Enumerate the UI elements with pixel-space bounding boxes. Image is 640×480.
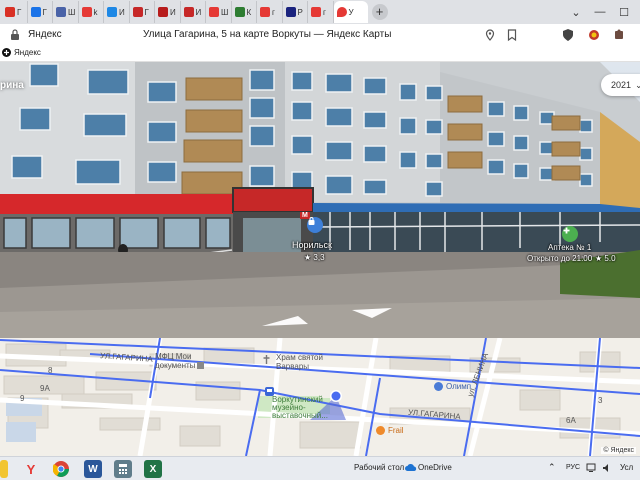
location-icon[interactable] <box>483 28 497 42</box>
tab-search-chevron-icon[interactable]: ⌄ <box>566 0 586 24</box>
food-icon[interactable] <box>376 426 385 435</box>
extension-puzzle-icon[interactable] <box>612 28 626 42</box>
map-pin-favicon-icon <box>336 7 347 17</box>
browser-tab[interactable]: г <box>257 1 283 23</box>
browser-tab[interactable]: Г <box>130 1 155 23</box>
panorama-scene <box>0 62 640 338</box>
tab-favicon-icon <box>132 7 143 17</box>
onedrive-cloud-icon[interactable] <box>405 463 417 472</box>
tray-overflow-chevron[interactable]: ⌃ <box>548 462 556 473</box>
browser-tab[interactable]: Г <box>28 1 53 23</box>
tab-favicon-icon <box>5 7 15 17</box>
tab-favicon-icon <box>285 7 296 17</box>
bookmark-icon[interactable] <box>505 28 519 42</box>
tab-favicon-icon <box>209 7 219 17</box>
calculator-icon[interactable] <box>114 460 132 478</box>
tab-favicon-icon <box>234 7 245 17</box>
minimize-button[interactable]: — <box>590 0 610 24</box>
frail-label[interactable]: Frail <box>388 426 404 435</box>
browser-tab[interactable]: К <box>232 1 257 23</box>
house-number: 8 <box>48 366 53 375</box>
year-selector[interactable]: 2021 ⌄ <box>601 74 640 96</box>
browser-tab[interactable]: k <box>79 1 104 23</box>
volume-icon[interactable] <box>602 463 612 473</box>
house-number: 6А <box>566 416 576 425</box>
pharmacy-poi-rating: ★ 5.0 <box>595 254 616 263</box>
tab-favicon-icon <box>81 7 92 17</box>
browser-tab[interactable]: Р <box>283 1 308 23</box>
onedrive-label[interactable]: OneDrive <box>418 463 452 472</box>
chrome-logo-icon <box>53 461 69 477</box>
house-number: 3 <box>598 396 603 405</box>
calculator-keys-icon <box>119 464 127 474</box>
browser-tab[interactable]: И <box>104 1 130 23</box>
store-poi-rating: ★ 3,3 <box>304 253 325 262</box>
mfc-label[interactable]: МФЦ Мои документы <box>155 352 195 370</box>
desktop-label[interactable]: Рабочий стол <box>354 463 404 472</box>
olimp-label[interactable]: Олимп <box>446 382 471 391</box>
year-value: 2021 <box>611 80 632 90</box>
office-icon[interactable] <box>196 361 205 370</box>
active-browser-tab[interactable]: У <box>333 1 368 23</box>
pharmacy-poi-hours: Открыто до 21:00 <box>527 254 593 263</box>
street-name-label: рина <box>0 80 24 91</box>
store-poi-pin[interactable] <box>307 217 323 233</box>
browser-tab[interactable]: Г <box>2 1 28 23</box>
tray-language[interactable]: РУС <box>566 464 580 471</box>
tab-favicon-icon <box>311 7 321 17</box>
lock-icon[interactable] <box>10 29 20 41</box>
page-title[interactable]: Улица Гагарина, 5 на карте Воркуты — Янд… <box>143 29 391 40</box>
tray-text[interactable]: Усл <box>620 463 633 472</box>
mini-map[interactable]: УЛ.ГАГАРИНА УЛ.ГАГАРИНА ул. ЛЕНИНА МФЦ М… <box>0 338 640 456</box>
sport-icon[interactable] <box>434 382 443 391</box>
tab-strip: Г Г Ш k И Г И И Ш К г Р г У + ⌄ — ☐ <box>0 0 640 24</box>
house-number: 9А <box>40 384 50 393</box>
maximize-button[interactable]: ☐ <box>614 0 634 24</box>
church-icon[interactable] <box>262 355 271 364</box>
extension-shield-icon[interactable] <box>561 28 575 42</box>
tab-favicon-icon <box>183 7 194 17</box>
tab-favicon-icon <box>158 7 168 17</box>
tab-favicon-icon <box>56 7 66 17</box>
file-explorer-icon[interactable] <box>0 460 8 478</box>
pharmacy-poi-pin[interactable] <box>562 226 578 242</box>
new-tab-button[interactable]: + <box>371 4 388 20</box>
bookmarks-bar: Яндекс <box>0 46 640 62</box>
browser-tab[interactable]: Ш <box>206 1 232 23</box>
church-label[interactable]: Храм святой Варвары <box>276 353 323 371</box>
word-icon[interactable]: W <box>84 460 102 478</box>
yandex-browser-icon[interactable]: Y <box>22 460 40 478</box>
pharmacy-poi-name[interactable]: Аптека № 1 <box>548 243 591 252</box>
tab-favicon-icon <box>260 7 270 17</box>
museum-label[interactable]: Воркутинский музейно- выставочный... <box>272 396 328 420</box>
chrome-icon[interactable] <box>52 460 70 478</box>
network-icon[interactable] <box>586 463 596 473</box>
plus-icon <box>2 48 11 57</box>
browser-tab[interactable]: И <box>155 1 181 23</box>
windows-taskbar: Y W X Рабочий стол OneDrive ⌃ РУС Усл <box>0 456 640 480</box>
chevron-down-icon: ⌄ <box>635 79 640 90</box>
house-number: 9 <box>20 394 25 403</box>
browser-tab[interactable]: г <box>308 1 334 23</box>
shopping-bag-icon <box>308 217 315 225</box>
tab-favicon-icon <box>107 7 117 17</box>
site-name[interactable]: Яндекс <box>28 29 62 40</box>
address-bar: Яндекс Улица Гагарина, 5 на карте Воркут… <box>0 24 640 46</box>
bookmark-yandex[interactable]: Яндекс <box>2 48 41 57</box>
street-view-panorama[interactable]: рина 2021 ⌄ М Норильск ★ 3,3 Аптека № 1 … <box>0 62 640 338</box>
tab-favicon-icon <box>30 7 41 17</box>
extension-icon[interactable] <box>587 28 601 42</box>
store-poi-name[interactable]: Норильск <box>292 240 332 250</box>
pharmacy-cross-icon <box>563 227 570 234</box>
map-copyright[interactable]: © Яндекс <box>601 447 636 454</box>
browser-tab[interactable]: И <box>181 1 206 23</box>
browser-tab[interactable]: Ш <box>53 1 79 23</box>
excel-icon[interactable]: X <box>144 460 162 478</box>
